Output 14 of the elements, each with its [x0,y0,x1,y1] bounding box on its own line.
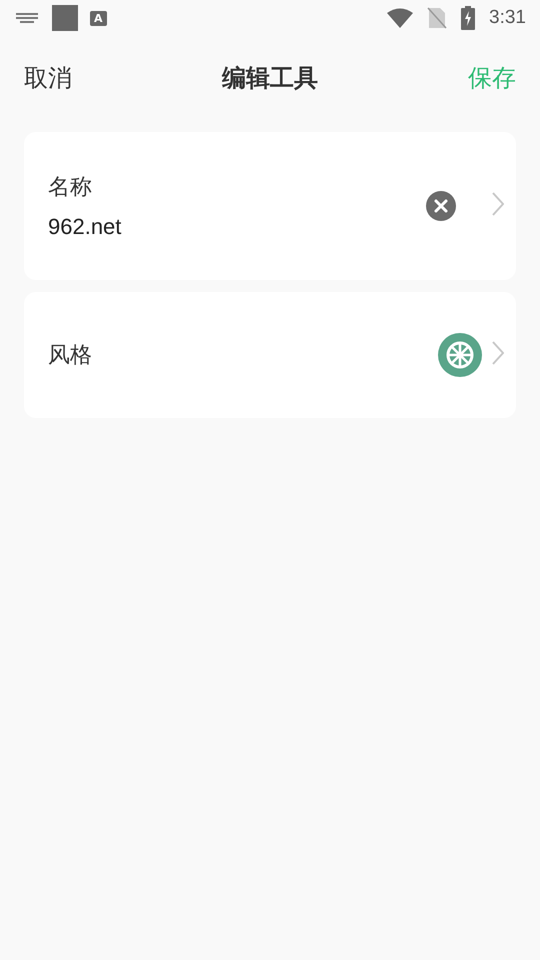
app-badge: A [90,10,107,26]
style-card[interactable]: 风格 [24,292,516,418]
page-title: 编辑工具 [222,63,318,94]
battery-icon [461,6,476,30]
clear-icon[interactable] [426,191,456,221]
wifi-icon [387,8,414,28]
name-input[interactable]: 962.net [48,214,288,240]
field-label: 名称 [48,174,93,202]
cancel-button[interactable]: 取消 [24,62,72,94]
clock-time: 3:31 [489,7,526,29]
chevron-right-icon [492,192,504,216]
chevron-right-icon [492,341,504,365]
no-sim-icon [427,7,448,29]
row-label: 风格 [48,342,92,370]
